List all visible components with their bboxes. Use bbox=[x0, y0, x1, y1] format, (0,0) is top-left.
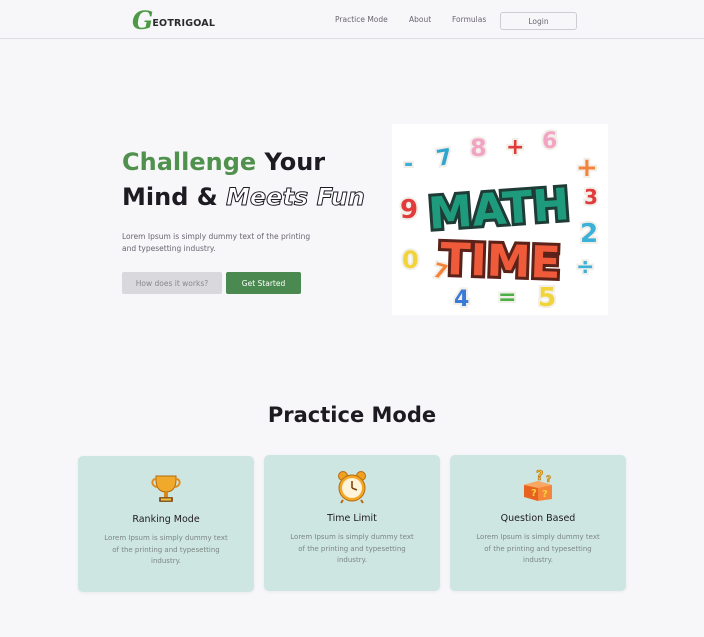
glyph-6: 6 bbox=[542, 129, 557, 154]
card-title: Question Based bbox=[500, 513, 576, 524]
svg-text:?: ? bbox=[546, 475, 551, 485]
hero-title-challenge: Challenge bbox=[122, 148, 257, 176]
logo-text: EOTRIGOAL bbox=[152, 18, 216, 29]
hero-title-mind: Mind & bbox=[122, 183, 227, 211]
card-time-limit[interactable]: Time Limit Lorem Ipsum is simply dummy t… bbox=[264, 455, 440, 591]
card-description: Lorem Ipsum is simply dummy text of the … bbox=[104, 534, 228, 565]
glyph-divide: ÷ bbox=[576, 255, 594, 280]
logo-letter: G bbox=[132, 6, 154, 35]
question-box-icon: ? ? ? ? bbox=[520, 469, 556, 505]
svg-text:?: ? bbox=[542, 489, 548, 500]
glyph-7a: 7 bbox=[435, 145, 454, 172]
svg-text:?: ? bbox=[531, 488, 537, 499]
login-button[interactable]: Login bbox=[500, 12, 577, 30]
how-it-works-button[interactable]: How does it works? bbox=[122, 272, 222, 294]
glyph-9: 9 bbox=[400, 195, 418, 225]
brand-logo[interactable]: G EOTRIGOAL bbox=[132, 8, 215, 34]
glyph-3: 3 bbox=[584, 185, 598, 209]
svg-text:?: ? bbox=[536, 469, 544, 484]
card-title: Ranking Mode bbox=[132, 514, 200, 525]
hero-description: Lorem Ipsum is simply dummy text of the … bbox=[122, 232, 311, 253]
glyph-equals: = bbox=[498, 285, 516, 310]
card-ranking-mode[interactable]: Ranking Mode Lorem Ipsum is simply dummy… bbox=[78, 456, 254, 592]
nav-link-practice-mode[interactable]: Practice Mode bbox=[335, 15, 388, 24]
hero-title: Challenge Your Mind & Meets Fun bbox=[122, 145, 365, 215]
hero-title-your: Your bbox=[256, 148, 326, 176]
hero-title-meets-fun: Meets Fun bbox=[226, 183, 366, 212]
card-description: Lorem Ipsum is simply dummy text of the … bbox=[290, 533, 414, 564]
top-navbar: G EOTRIGOAL Practice Mode About Formulas… bbox=[0, 0, 704, 39]
glyph-8: 8 bbox=[470, 134, 487, 162]
practice-mode-heading: Practice Mode bbox=[267, 403, 437, 427]
glyph-0: 0 bbox=[402, 246, 419, 274]
math-time-graphic: - 7 8 + 6 + 9 3 2 0 7 4 = 5 ÷ MATH TIME bbox=[398, 127, 600, 315]
glyph-minus: - bbox=[404, 152, 413, 177]
glyph-4: 4 bbox=[454, 287, 469, 312]
math-time-illustration: - 7 8 + 6 + 9 3 2 0 7 4 = 5 ÷ MATH TIME bbox=[392, 124, 608, 315]
get-started-button[interactable]: Get Started bbox=[226, 272, 301, 294]
nav-link-about[interactable]: About bbox=[409, 15, 431, 24]
alarm-clock-icon bbox=[334, 469, 370, 505]
card-question-based[interactable]: ? ? ? ? Question Based Lorem Ipsum is si… bbox=[450, 455, 626, 591]
trophy-icon bbox=[148, 470, 184, 506]
glyph-2: 2 bbox=[580, 219, 598, 249]
nav-link-formulas[interactable]: Formulas bbox=[452, 15, 486, 24]
card-title: Time Limit bbox=[327, 513, 377, 524]
math-word: MATH bbox=[427, 179, 571, 240]
time-word: TIME bbox=[440, 234, 562, 289]
card-description: Lorem Ipsum is simply dummy text of the … bbox=[476, 533, 600, 564]
glyph-plus-a: + bbox=[506, 135, 524, 160]
glyph-plus-b: + bbox=[576, 153, 598, 183]
